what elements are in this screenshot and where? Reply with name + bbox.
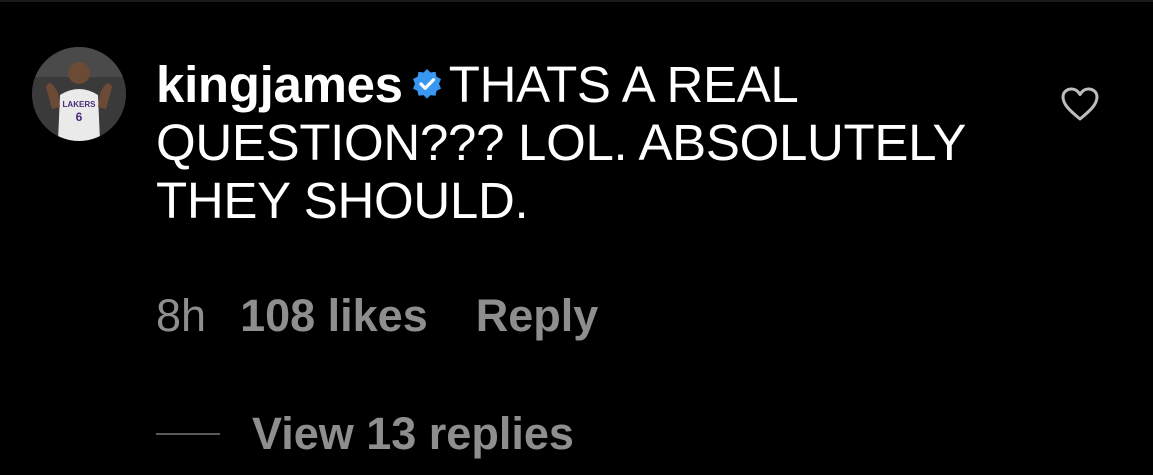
- avatar-image: LAKERS 6: [32, 47, 126, 141]
- comment-meta: 8h 108 likes Reply: [156, 290, 598, 342]
- svg-text:LAKERS: LAKERS: [63, 100, 97, 109]
- view-replies-label[interactable]: View 13 replies: [252, 408, 574, 460]
- verified-badge-icon: [411, 54, 443, 99]
- username[interactable]: kingjames: [156, 56, 403, 113]
- comment-body: kingjames THATS A REAL QUESTION??? LOL. A…: [156, 54, 1016, 230]
- replies-divider-line: [156, 433, 220, 435]
- reply-button[interactable]: Reply: [476, 290, 599, 341]
- heart-outline-icon[interactable]: [1060, 86, 1100, 122]
- svg-text:6: 6: [76, 110, 83, 124]
- view-replies-button[interactable]: View 13 replies: [156, 408, 574, 460]
- timestamp: 8h: [156, 290, 207, 341]
- top-divider: [0, 0, 1153, 2]
- likes-count[interactable]: 108 likes: [240, 290, 428, 341]
- avatar[interactable]: LAKERS 6: [32, 47, 126, 141]
